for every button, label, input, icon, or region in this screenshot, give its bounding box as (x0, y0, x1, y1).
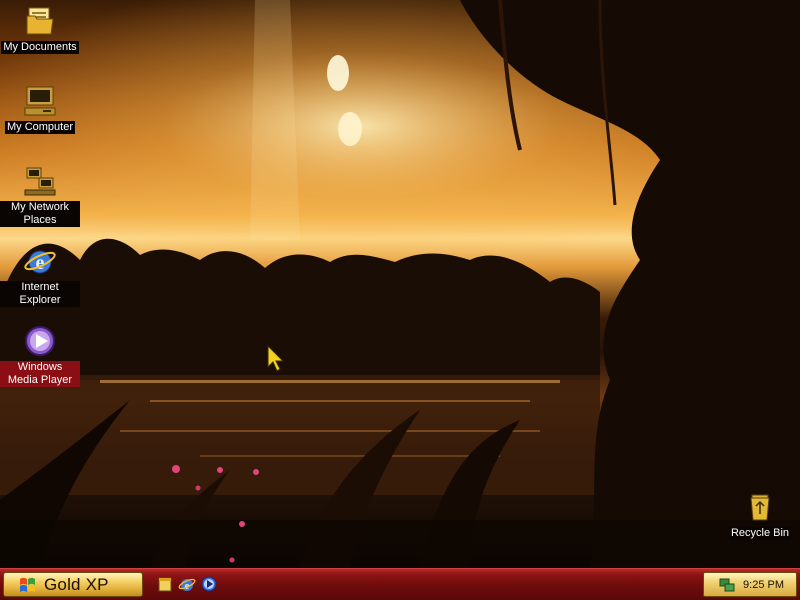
internet-explorer-icon[interactable]: e (178, 575, 196, 593)
desktop-icon-my-computer[interactable]: My Computer (0, 84, 80, 134)
desktop-icon-label: Internet Explorer (0, 281, 80, 307)
internet-explorer-icon: e (23, 244, 57, 278)
network-tray-icon[interactable] (719, 577, 735, 593)
desktop-icon-label: My Network Places (0, 201, 80, 227)
desktop-icon-label: Recycle Bin (728, 527, 792, 540)
show-desktop-icon[interactable] (156, 575, 174, 593)
desktop-icon-my-network-places[interactable]: My Network Places (0, 164, 80, 227)
desktop-icon-my-documents[interactable]: My Documents (0, 4, 80, 54)
desktop-icon-windows-media-player[interactable]: Windows Media Player (0, 324, 80, 387)
computer-icon (23, 84, 57, 118)
network-places-icon (23, 164, 57, 198)
desktop-icon-internet-explorer[interactable]: e Internet Explorer (0, 244, 80, 307)
desktop-wallpaper (0, 0, 800, 568)
recycle-bin-icon (743, 490, 777, 524)
taskbar: Gold XP e 9:25 PM (0, 568, 800, 600)
wallpaper-art (0, 0, 800, 568)
taskbar-clock[interactable]: 9:25 PM (743, 579, 784, 591)
desktop-icon-recycle-bin[interactable]: Recycle Bin (720, 490, 800, 540)
media-player-icon[interactable] (200, 575, 218, 593)
desktop-icon-label: My Documents (1, 41, 79, 54)
media-player-icon (23, 324, 57, 358)
mouse-cursor-icon (267, 345, 285, 372)
desktop-icon-label: My Computer (4, 121, 76, 134)
folder-documents-icon (23, 4, 57, 38)
desktop-icon-label: Windows Media Player (0, 361, 80, 387)
windows-flag-icon (20, 577, 35, 592)
start-button[interactable]: Gold XP (3, 572, 143, 597)
system-tray: 9:25 PM (703, 572, 797, 597)
start-label: Gold XP (44, 574, 109, 594)
